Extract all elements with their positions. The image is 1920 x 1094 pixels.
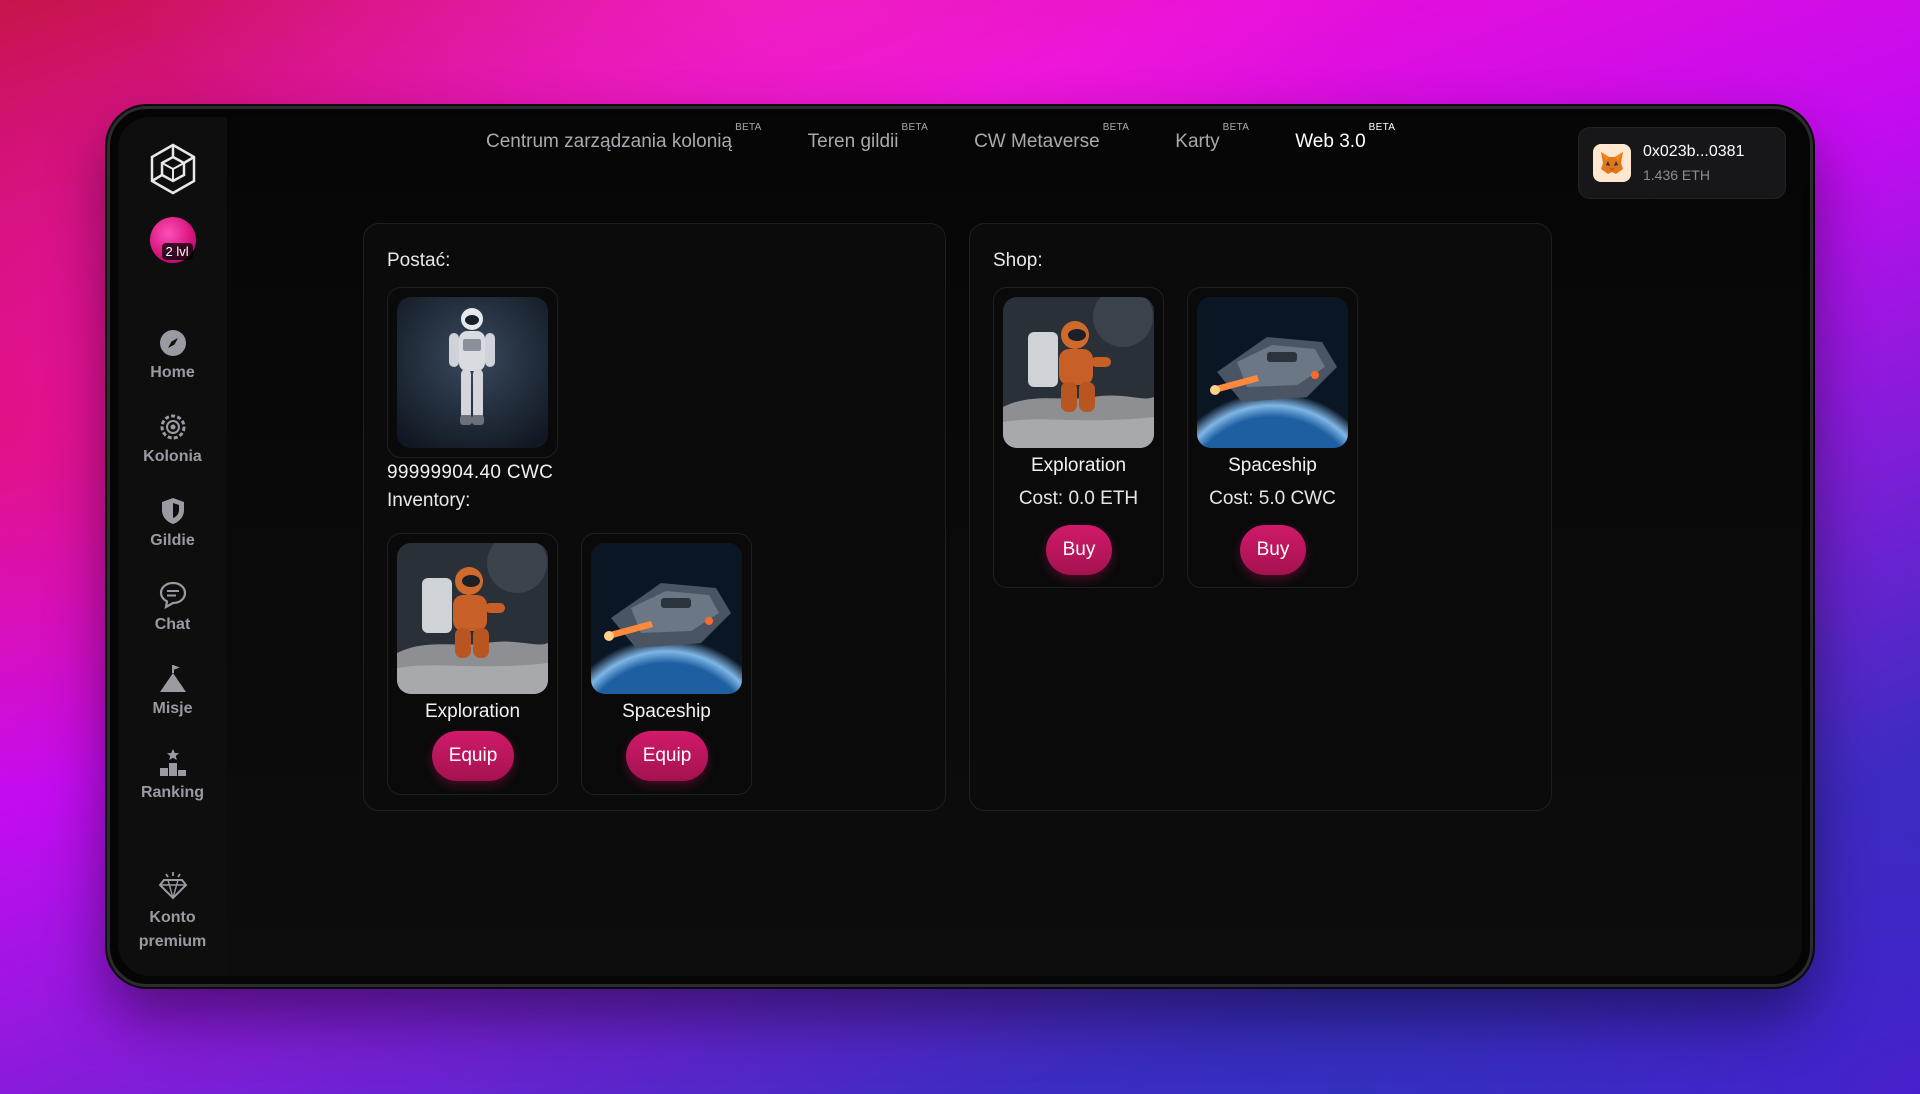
spaceship-image	[1197, 297, 1348, 448]
item-cost: Cost: 0.0 ETH	[1018, 488, 1139, 509]
inventory-item: Spaceship Equip	[581, 533, 752, 795]
podium-icon	[159, 749, 186, 776]
item-name: Exploration	[1030, 455, 1127, 476]
character-card[interactable]	[387, 287, 558, 458]
sidebar-item-label: Chat	[154, 616, 191, 633]
tab-label: Teren gildii	[807, 131, 899, 152]
inventory-title: Inventory:	[387, 490, 471, 511]
shield-icon	[161, 498, 184, 524]
sidebar-item-chat[interactable]: Chat	[123, 565, 223, 649]
premium-label-1: Konto	[149, 909, 196, 926]
shop-item: Exploration Cost: 0.0 ETH Buy	[993, 287, 1164, 588]
sidebar-item-gildie[interactable]: Gildie	[123, 481, 223, 565]
inventory-item: Exploration Equip	[387, 533, 558, 795]
exploration-image	[397, 543, 548, 694]
tab-label: Web 3.0	[1295, 131, 1366, 152]
sidebar-item-premium[interactable]: Konto premium	[118, 870, 227, 954]
beta-badge: BETA	[901, 121, 929, 133]
chat-bubbles-icon	[159, 581, 186, 610]
equip-spaceship-button[interactable]: Equip	[626, 731, 708, 781]
beta-badge: BETA	[1368, 121, 1396, 133]
item-cost: Cost: 5.0 CWC	[1209, 488, 1336, 509]
buy-spaceship-button[interactable]: Buy	[1240, 525, 1306, 575]
equip-exploration-button[interactable]: Equip	[432, 731, 514, 781]
app-logo-icon[interactable]	[147, 143, 199, 195]
tab-web3[interactable]: Web 3.0BETA	[1295, 122, 1395, 153]
item-name: Exploration	[424, 701, 521, 722]
tab-colony-center[interactable]: Centrum zarządzania koloniąBETA	[486, 122, 762, 153]
tab-label: Karty	[1175, 131, 1220, 152]
item-name: Spaceship	[622, 701, 711, 722]
sidebar-item-ranking[interactable]: Ranking	[123, 733, 223, 817]
sidebar-item-home[interactable]: Home	[123, 313, 223, 397]
device-frame: 2 lvl Home Kolonia Gildie Chat Misje Ran…	[107, 106, 1813, 987]
sidebar-nav: Home Kolonia Gildie Chat Misje Ranking	[123, 313, 223, 817]
metamask-fox-icon	[1593, 144, 1631, 182]
astronaut-image	[397, 297, 548, 448]
top-nav: Centrum zarządzania koloniąBETA Teren gi…	[486, 122, 1395, 153]
compass-icon	[159, 330, 186, 356]
shop-title: Shop:	[993, 250, 1043, 271]
shop-item: Spaceship Cost: 5.0 CWC Buy	[1187, 287, 1358, 588]
sidebar-item-label: Ranking	[140, 784, 205, 801]
exploration-image	[1003, 297, 1154, 448]
cwc-balance: 99999904.40 CWC	[387, 462, 554, 483]
tab-karty[interactable]: KartyBETA	[1175, 122, 1249, 153]
avatar[interactable]: 2 lvl	[149, 217, 196, 263]
tab-label: Centrum zarządzania kolonią	[486, 131, 733, 152]
sidebar-item-label: Gildie	[150, 532, 195, 549]
beta-badge: BETA	[1102, 121, 1130, 133]
level-badge: 2 lvl	[161, 243, 193, 260]
wallet-address: 0x023b...0381	[1643, 143, 1745, 160]
sidebar: 2 lvl Home Kolonia Gildie Chat Misje Ran…	[118, 117, 227, 976]
character-title: Postać:	[387, 250, 451, 271]
sidebar-item-kolonia[interactable]: Kolonia	[123, 397, 223, 481]
colony-gear-icon	[160, 414, 185, 440]
diamond-icon	[158, 872, 187, 900]
sidebar-item-misje[interactable]: Misje	[123, 649, 223, 733]
wallet-balance: 1.436 ETH	[1643, 167, 1710, 183]
sidebar-item-label: Kolonia	[143, 448, 202, 465]
wallet-info: 0x023b...0381 1.436 ETH	[1643, 143, 1744, 183]
app-screen: 2 lvl Home Kolonia Gildie Chat Misje Ran…	[118, 117, 1802, 976]
sidebar-item-label: Home	[150, 364, 195, 381]
tab-cw-metaverse[interactable]: CW MetaverseBETA	[974, 122, 1129, 153]
tab-label: CW Metaverse	[974, 131, 1100, 152]
character-panel: Postać: 99999904.40 CWC Inventory: Explo…	[363, 223, 946, 811]
spaceship-image	[591, 543, 742, 694]
beta-badge: BETA	[1222, 121, 1250, 133]
beta-badge: BETA	[735, 121, 762, 133]
buy-exploration-button[interactable]: Buy	[1046, 525, 1112, 575]
tab-guild-territory[interactable]: Teren gildiiBETA	[807, 122, 928, 153]
mountain-flag-icon	[159, 665, 186, 692]
sidebar-item-label: Misje	[152, 700, 193, 717]
premium-label-2: premium	[138, 933, 207, 950]
item-name: Spaceship	[1228, 455, 1317, 476]
wallet-button[interactable]: 0x023b...0381 1.436 ETH	[1578, 127, 1786, 199]
shop-panel: Shop: Exploration Cost: 0.0 ETH Buy Spac…	[969, 223, 1552, 811]
